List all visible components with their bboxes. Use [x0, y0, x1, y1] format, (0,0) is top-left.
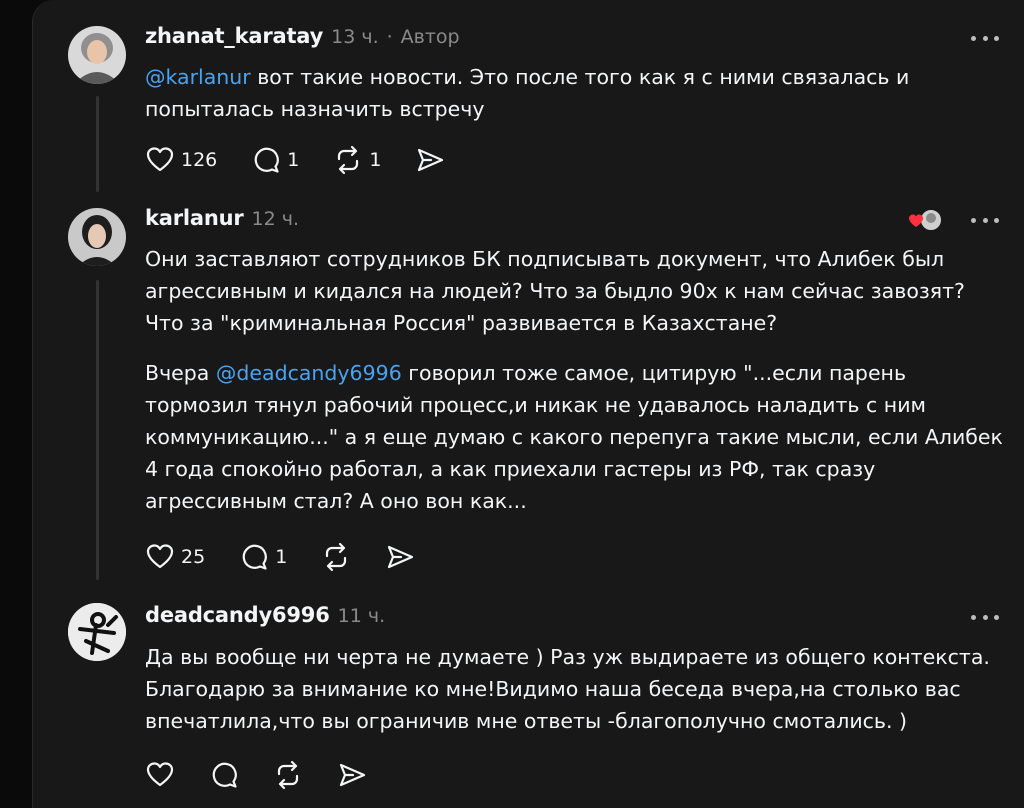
thread-panel: zhanat_karatay 13 ч. · Автор @karlanur в… — [32, 0, 1024, 808]
more-icon[interactable] — [971, 216, 999, 224]
repost-count: 1 — [369, 149, 382, 171]
repost-button[interactable] — [273, 760, 303, 790]
mention-link[interactable]: @karlanur — [145, 65, 251, 89]
avatar[interactable] — [68, 26, 126, 84]
share-button[interactable] — [415, 145, 445, 175]
like-count: 126 — [181, 149, 218, 171]
username[interactable]: zhanat_karatay — [145, 24, 323, 48]
repost-icon — [338, 145, 359, 175]
comment-icon — [254, 147, 280, 173]
repost-icon — [326, 542, 347, 572]
repost-icon — [277, 760, 299, 790]
avatar-photo-icon — [68, 26, 126, 84]
send-icon — [339, 763, 366, 787]
heart-icon — [146, 544, 174, 569]
reply-count: 1 — [275, 546, 288, 568]
author-liked-badge — [909, 208, 943, 232]
reply-count: 1 — [287, 149, 300, 171]
like-button[interactable]: 126 — [145, 145, 217, 175]
post-actions: 126 1 1 — [145, 145, 479, 175]
like-button[interactable]: 25 — [145, 542, 205, 572]
post-actions: 25 1 — [145, 542, 449, 572]
post-time[interactable]: 13 ч. — [331, 26, 378, 48]
separator: · — [386, 26, 393, 48]
post-time[interactable]: 11 ч. — [338, 605, 385, 627]
avatar-photo-icon — [68, 208, 126, 266]
post-paragraph: Вчера @deadcandy6996 говорил тоже самое,… — [145, 357, 1005, 517]
heart-icon — [146, 147, 174, 172]
send-icon — [418, 148, 444, 172]
more-icon[interactable] — [971, 34, 999, 42]
avatar-logo-icon — [68, 603, 126, 661]
avatar[interactable] — [68, 603, 126, 661]
comment-icon — [242, 544, 268, 570]
post-text-content: Вчера — [145, 361, 216, 385]
username[interactable]: deadcandy6996 — [145, 603, 330, 627]
post-text: Они заставляют сотрудников БК подписыват… — [145, 243, 1005, 517]
send-icon — [388, 545, 414, 569]
like-button[interactable] — [145, 760, 175, 790]
post-text: @karlanur вот такие новости. Это после т… — [145, 61, 1005, 125]
repost-button[interactable]: 1 — [333, 145, 381, 175]
mention-link[interactable]: @deadcandy6996 — [216, 361, 402, 385]
avatar[interactable] — [68, 208, 126, 266]
more-icon[interactable] — [971, 613, 999, 621]
repost-button[interactable] — [321, 542, 351, 572]
share-button[interactable] — [337, 760, 367, 790]
post-text: Да вы вообще ни черта не думаете ) Раз у… — [145, 645, 990, 733]
post-header: zhanat_karatay 13 ч. · Автор — [145, 24, 460, 48]
reply-button[interactable]: 1 — [239, 542, 287, 572]
thread-line — [96, 280, 99, 580]
heart-icon — [146, 762, 174, 787]
reply-button[interactable] — [209, 760, 239, 790]
post-header: karlanur 12 ч. — [145, 206, 299, 230]
post-text-content: вот такие новости. Это после того как я … — [145, 65, 910, 121]
username[interactable]: karlanur — [145, 206, 244, 230]
post-paragraph: Они заставляют сотрудников БК подписыват… — [145, 247, 965, 335]
author-label: Автор — [400, 26, 460, 48]
reply-button[interactable]: 1 — [251, 145, 299, 175]
post-header: deadcandy6996 11 ч. — [145, 603, 385, 627]
comment-icon — [212, 762, 237, 788]
post-time[interactable]: 12 ч. — [252, 208, 299, 230]
like-count: 25 — [181, 546, 206, 568]
thread-line — [96, 96, 99, 192]
post-actions — [145, 760, 401, 790]
share-button[interactable] — [385, 542, 415, 572]
